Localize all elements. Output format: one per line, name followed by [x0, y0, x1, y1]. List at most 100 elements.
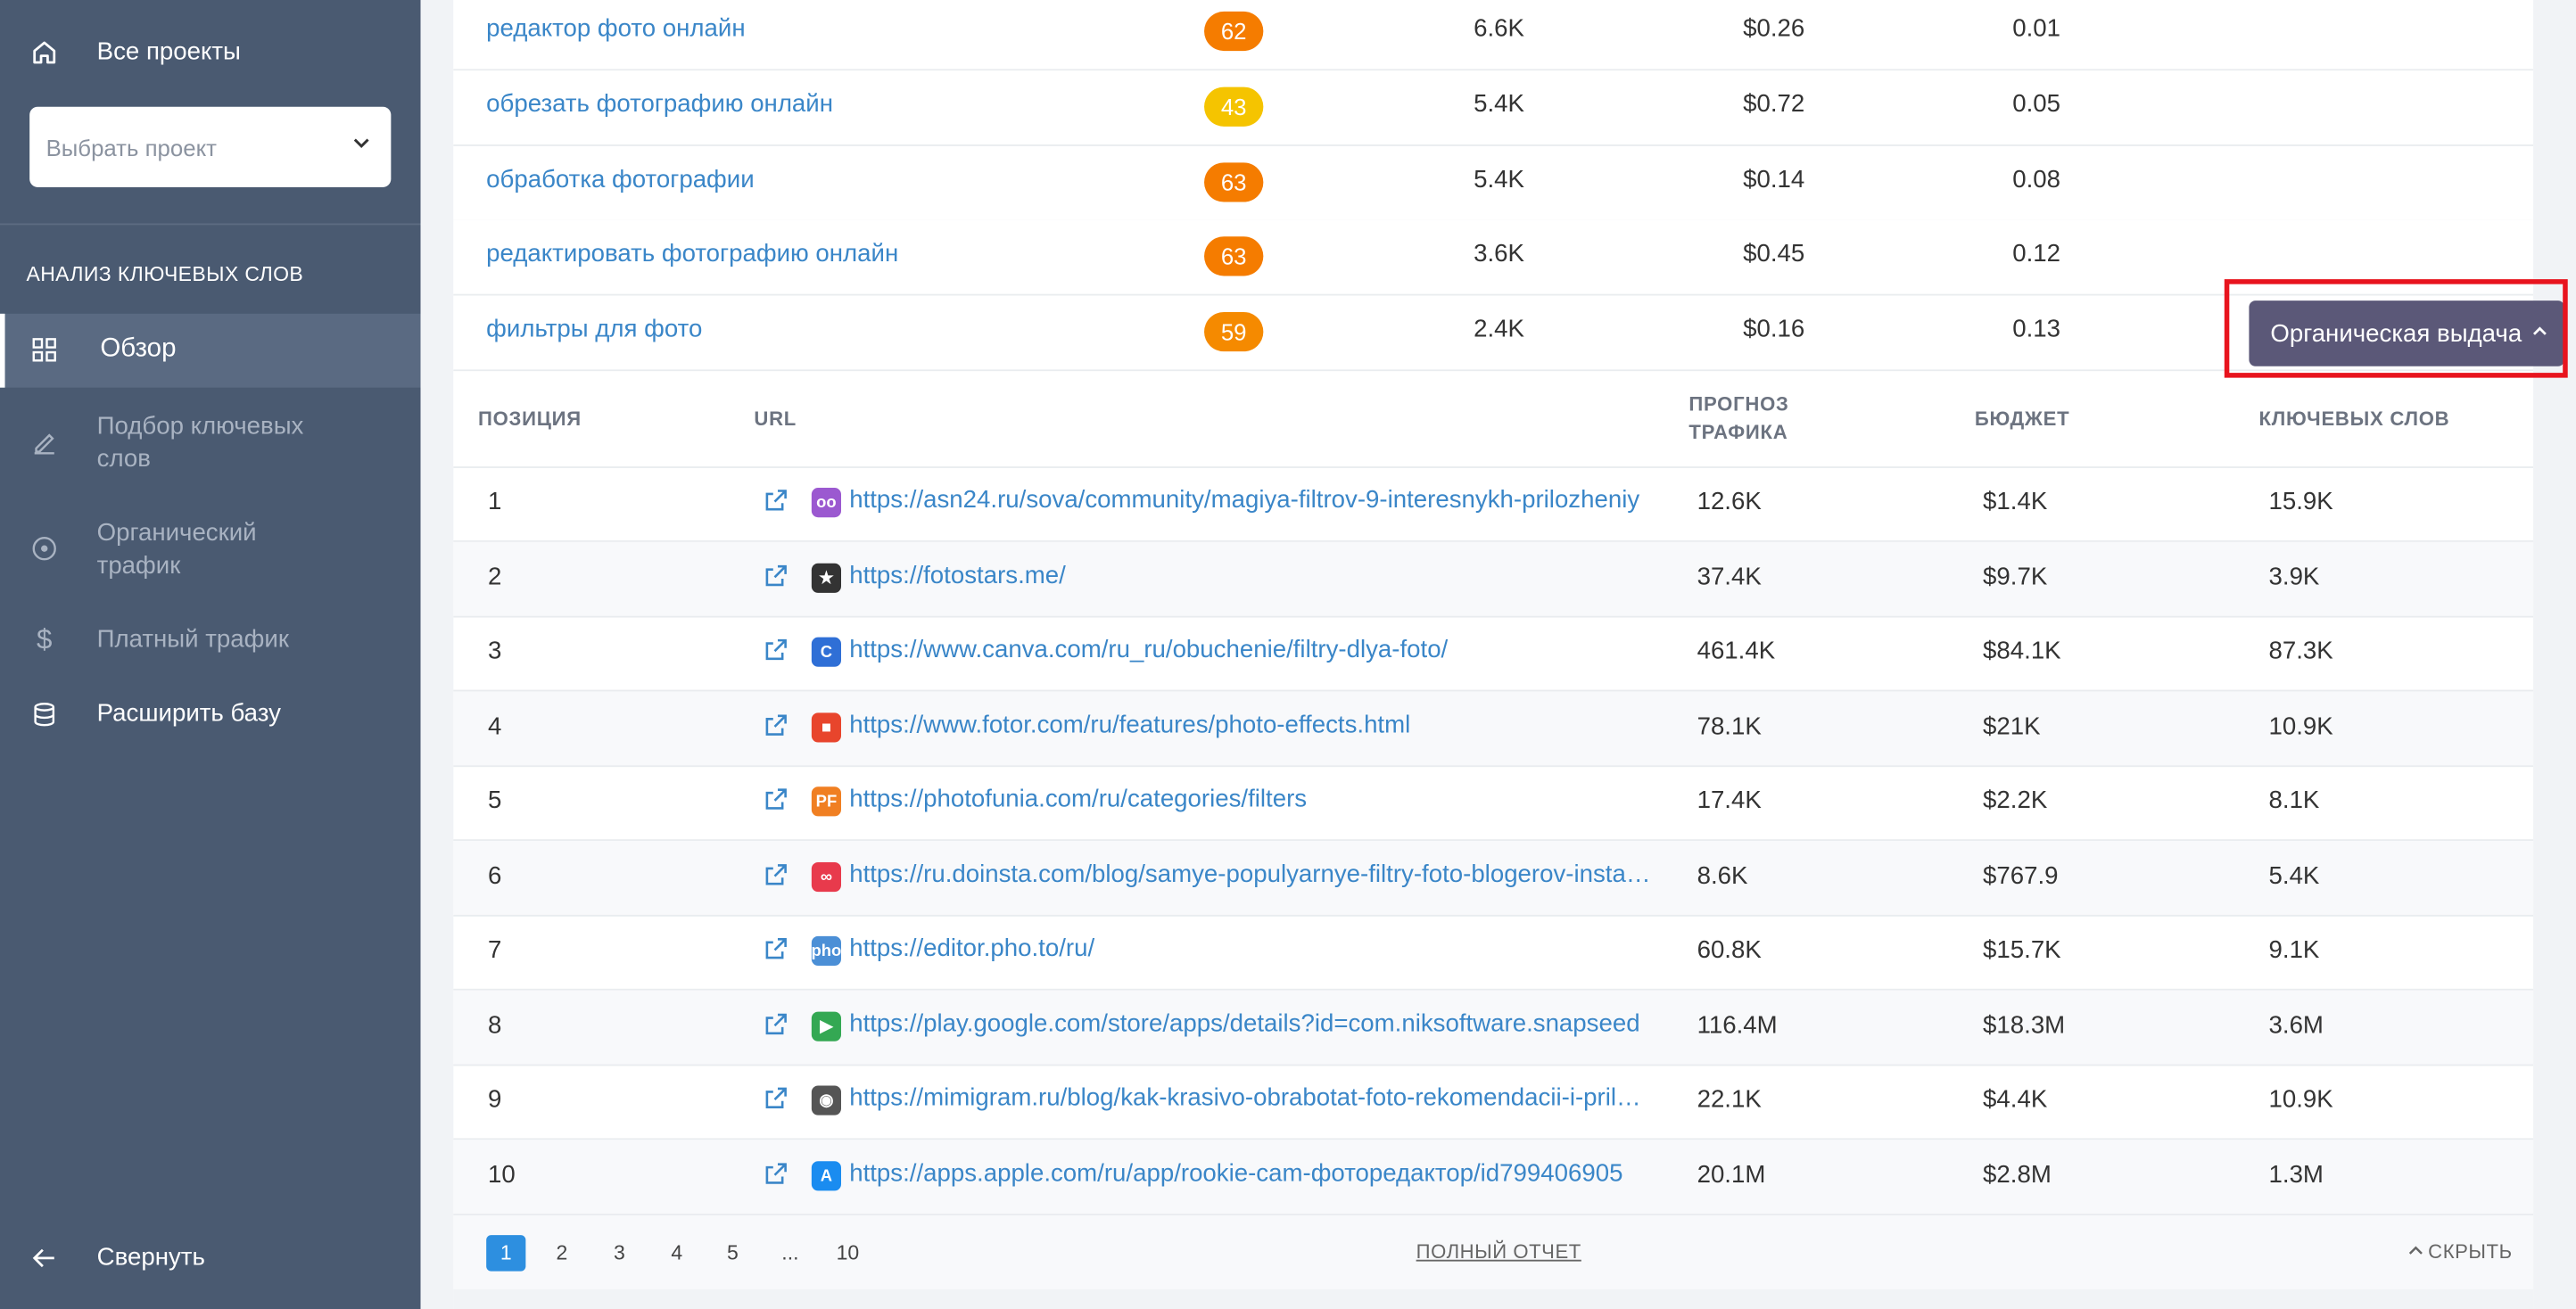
- main-panel: редактор фото онлайн 62 6.6K $0.26 0.01 …: [453, 0, 2534, 1309]
- project-select[interactable]: Выбрать проект: [29, 106, 392, 187]
- photofunia-icon: PF: [811, 786, 842, 817]
- header-position: ПОЗИЦИЯ: [477, 407, 582, 431]
- sidebar-item-keyword-research[interactable]: Подбор ключевых слов: [0, 410, 421, 476]
- traffic-cell: 461.4K: [1697, 637, 1776, 665]
- difficulty-badge: 63: [1204, 236, 1264, 276]
- keyword-link[interactable]: обрезать фотографию онлайн: [486, 90, 833, 118]
- cpc-cell: $0.45: [1743, 239, 1805, 268]
- external-link-icon[interactable]: [764, 786, 788, 819]
- budget-cell: $84.1K: [1983, 637, 2061, 665]
- url-link[interactable]: https://www.fotor.com/ru/features/photo-…: [849, 712, 1654, 739]
- url-link[interactable]: https://apps.apple.com/ru/app/rookie-cam…: [849, 1159, 1654, 1187]
- volume-cell: 5.4K: [1474, 166, 1524, 194]
- budget-cell: $2.2K: [1983, 786, 2048, 815]
- cpc-cell: $0.72: [1743, 90, 1805, 119]
- full-report-link[interactable]: ПОЛНЫЙ ОТЧЕТ: [1416, 1240, 1581, 1264]
- external-link-icon[interactable]: [764, 488, 788, 521]
- cpc-cell: $0.16: [1743, 315, 1805, 343]
- traffic-cell: 78.1K: [1697, 712, 1762, 741]
- page-button-3[interactable]: 3: [599, 1235, 639, 1272]
- keyword-link[interactable]: редактор фото онлайн: [486, 15, 745, 43]
- bottom-strip: [453, 1288, 2534, 1309]
- external-link-icon[interactable]: [764, 1085, 788, 1118]
- keyword-link[interactable]: редактировать фотографию онлайн: [486, 240, 898, 268]
- external-link-icon[interactable]: [764, 564, 788, 597]
- url-link[interactable]: https://asn24.ru/sova/community/magiya-f…: [849, 486, 1654, 514]
- page-button-4[interactable]: 4: [657, 1235, 697, 1272]
- volume-cell: 3.6K: [1474, 239, 1524, 268]
- external-link-icon[interactable]: [764, 862, 788, 895]
- header-traffic-line1: ПРОГНОЗ: [1688, 392, 1789, 416]
- keywords-cell: 3.9K: [2268, 563, 2320, 592]
- volume-cell: 2.4K: [1474, 315, 1524, 343]
- page-ellipsis: ...: [781, 1241, 799, 1265]
- url-link[interactable]: https://fotostars.me/: [849, 562, 1654, 589]
- external-link-icon[interactable]: [764, 638, 788, 671]
- external-link-icon[interactable]: [764, 712, 788, 745]
- keyword-link[interactable]: фильтры для фото: [486, 316, 702, 343]
- budget-cell: $1.4K: [1983, 488, 2048, 516]
- external-link-icon[interactable]: [764, 936, 788, 969]
- sidebar-item-paid-traffic[interactable]: $ Платный трафик: [0, 624, 421, 657]
- serp-table-header: ПОЗИЦИЯ URL ПРОГНОЗ ТРАФИКА БЮДЖЕТ КЛЮЧЕ…: [453, 371, 2534, 468]
- keywords-cell: 3.6M: [2268, 1011, 2324, 1040]
- page-button-1[interactable]: 1: [486, 1235, 526, 1272]
- external-link-icon[interactable]: [764, 1161, 788, 1194]
- sidebar-divider: [0, 223, 421, 226]
- url-link[interactable]: https://play.google.com/store/apps/detai…: [849, 1010, 1654, 1038]
- chevron-down-icon: [353, 138, 369, 149]
- url-link[interactable]: https://www.canva.com/ru_ru/obuchenie/fi…: [849, 636, 1654, 663]
- sidebar-item-label: Подбор ключевых слов: [96, 412, 304, 473]
- keyword-row: обрезать фотографию онлайн 43 5.4K $0.72…: [453, 70, 2534, 146]
- traffic-cell: 17.4K: [1697, 786, 1762, 815]
- traffic-cell: 22.1K: [1697, 1085, 1762, 1114]
- sidebar-item-overview[interactable]: Обзор: [0, 313, 421, 388]
- external-link-icon[interactable]: [764, 1012, 788, 1045]
- competition-cell: 0.13: [2012, 315, 2060, 343]
- keywords-cell: 10.9K: [2268, 712, 2333, 741]
- url-link[interactable]: https://ru.doinsta.com/blog/samye-populy…: [849, 860, 1654, 888]
- position-cell: 7: [488, 935, 502, 965]
- serp-row: 10 Ahttps://apps.apple.com/ru/app/rookie-…: [453, 1140, 2534, 1216]
- header-budget: БЮДЖЕТ: [1974, 407, 2070, 431]
- budget-cell: $767.9: [1983, 861, 2059, 891]
- sidebar-item-organic-traffic[interactable]: Органический трафик: [0, 517, 421, 583]
- serp-row: 9 ◉ https://mimigram.ru/blog/kak-krasivo-o…: [453, 1065, 2534, 1140]
- keywords-cell: 8.1K: [2268, 786, 2320, 815]
- volume-cell: 6.6K: [1474, 14, 1524, 43]
- star-icon: ★: [811, 563, 842, 593]
- arrow-left-icon: [29, 1243, 59, 1272]
- page-button-2[interactable]: 2: [542, 1235, 582, 1272]
- keywords-cell: 1.3M: [2268, 1161, 2324, 1190]
- position-cell: 5: [488, 786, 502, 815]
- owl-icon: oo: [811, 488, 842, 518]
- keyword-row: редактировать фотографию онлайн 63 3.6K …: [453, 219, 2534, 296]
- sidebar-collapse-button[interactable]: Свернуть: [0, 1241, 421, 1274]
- url-link[interactable]: https://editor.pho.to/ru/: [849, 934, 1654, 962]
- pagination-bar: 1 2 3 4 5 ... 10 ПОЛНЫЙ ОТЧЕТ СКРЫТЬ: [453, 1215, 2534, 1289]
- volume-cell: 5.4K: [1474, 90, 1524, 119]
- google-play-icon: ▶: [811, 1011, 842, 1041]
- hide-button[interactable]: СКРЫТЬ: [2408, 1240, 2513, 1263]
- highlight-box: [2224, 279, 2568, 378]
- position-cell: 1: [488, 488, 502, 516]
- url-link[interactable]: https://mimigram.ru/blog/kak-krasivo-obr…: [849, 1084, 1654, 1112]
- competition-cell: 0.12: [2012, 239, 2060, 268]
- url-link[interactable]: https://photofunia.com/ru/categories/fil…: [849, 785, 1654, 812]
- header-keywords: КЛЮЧЕВЫХ СЛОВ: [2258, 407, 2450, 431]
- position-cell: 10: [488, 1161, 516, 1190]
- active-indicator: [0, 313, 5, 388]
- sidebar-item-expand-database[interactable]: Расширить базу: [0, 698, 421, 731]
- keyword-link[interactable]: обработка фотографии: [486, 166, 755, 193]
- header-traffic-line2: ТРАФИКА: [1688, 420, 1788, 444]
- traffic-cell: 8.6K: [1697, 861, 1748, 891]
- budget-cell: $4.4K: [1983, 1085, 2048, 1114]
- sidebar-section-title: АНАЛИЗ КЛЮЧЕВЫХ СЛОВ: [26, 262, 304, 286]
- all-projects-link[interactable]: Все проекты: [0, 37, 421, 70]
- budget-cell: $18.3M: [1983, 1011, 2066, 1040]
- canva-icon: C: [811, 637, 842, 667]
- page-button-5[interactable]: 5: [713, 1235, 752, 1272]
- pencil-icon: [29, 427, 59, 457]
- keywords-cell: 9.1K: [2268, 935, 2320, 965]
- page-button-10[interactable]: 10: [828, 1235, 867, 1272]
